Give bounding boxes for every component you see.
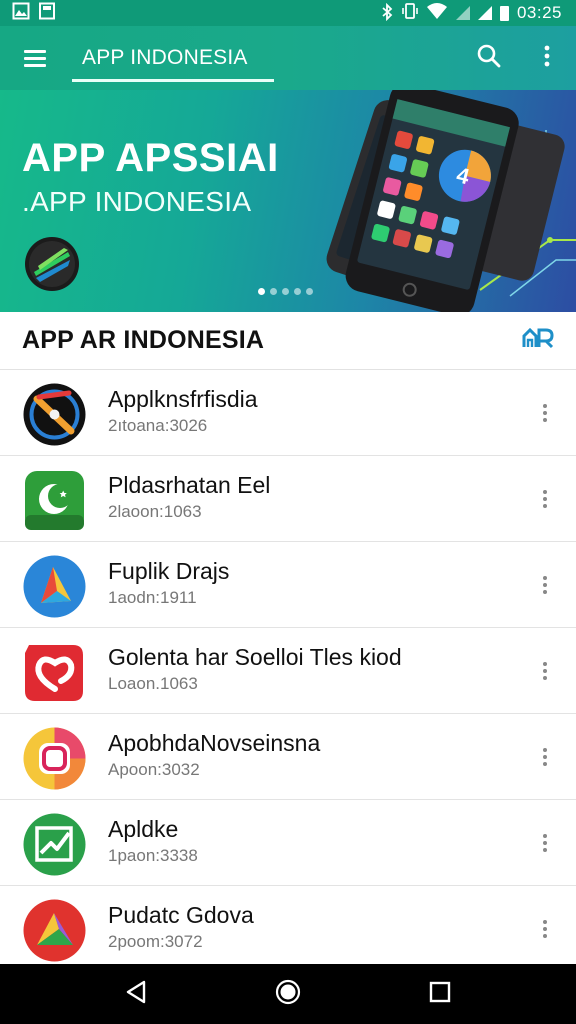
- recents-button[interactable]: [410, 964, 470, 1024]
- list-item[interactable]: ApobhdaNovseinsna Apoon:3032: [0, 714, 576, 800]
- signal-icon: [455, 6, 470, 20]
- item-more-button[interactable]: [528, 654, 562, 688]
- section-title: APP AR INDONESIA: [22, 326, 265, 354]
- status-right-icons: 03:25: [380, 2, 562, 25]
- app-meta: Loaon.1063: [108, 674, 198, 694]
- item-more-button[interactable]: [528, 740, 562, 774]
- signal-icon: [477, 6, 492, 20]
- home-icon: [275, 979, 301, 1010]
- more-vert-icon: [543, 404, 547, 422]
- status-time: 03:25: [516, 3, 562, 22]
- system-nav-bar: [0, 964, 576, 1024]
- camera-icon: [23, 727, 86, 790]
- status-left-icons: [12, 2, 56, 25]
- heart-icon: [23, 641, 86, 704]
- recents-icon: [429, 981, 451, 1008]
- search-icon: [476, 43, 502, 74]
- list-item-text: Fuplik Drajs 1aodn:1911: [108, 558, 229, 608]
- back-icon: [125, 980, 147, 1009]
- item-more-button[interactable]: [528, 568, 562, 602]
- list-item-text: Pudatc Gdova 2poom:3072: [108, 902, 254, 952]
- list-item[interactable]: Applknsfrfisdia 2ıtoana:3026: [0, 370, 576, 456]
- wifi-icon: [426, 2, 448, 25]
- list-item[interactable]: Fuplik Drajs 1aodn:1911: [0, 542, 576, 628]
- list-item[interactable]: Apldke 1paon:3338: [0, 800, 576, 886]
- app-toolbar: APP INDONESIA: [0, 26, 576, 90]
- list-item-text: Golenta har Soelloi Tles kiod Loaon.1063: [108, 644, 402, 694]
- more-vert-icon: [543, 748, 547, 766]
- pager-dot[interactable]: [258, 288, 265, 295]
- vibrate-icon: [402, 2, 418, 25]
- chart-icon: [23, 813, 86, 876]
- item-more-button[interactable]: [528, 912, 562, 946]
- banner-pager-dots: [258, 288, 313, 295]
- bluetooth-icon: [380, 2, 394, 24]
- app-meta: 2poom:3072: [108, 932, 203, 952]
- app-name: Pldasrhatan Eel: [108, 472, 271, 498]
- crescent-icon: [23, 469, 86, 532]
- app-meta: 1aodn:1911: [108, 588, 197, 608]
- section-action-button[interactable]: [522, 327, 554, 354]
- list-item-text: Pldasrhatan Eel 2laoon:1063: [108, 472, 270, 522]
- battery-icon: [499, 5, 509, 21]
- notification-icon: [38, 2, 56, 25]
- list-item-text: Applknsfrfisdia 2ıtoana:3026: [108, 386, 258, 436]
- banner-logo-icon: [24, 236, 80, 292]
- store-icon: [522, 327, 554, 354]
- pager-dot[interactable]: [270, 288, 277, 295]
- pager-dot[interactable]: [306, 288, 313, 295]
- back-button[interactable]: [106, 964, 166, 1024]
- banner-title: APP APSSIAI: [22, 136, 279, 180]
- list-item-text: Apldke 1paon:3338: [108, 816, 198, 866]
- list-item[interactable]: Pldasrhatan Eel 2laoon:1063: [0, 456, 576, 542]
- status-bar: 03:25: [0, 0, 576, 26]
- more-vert-icon: [543, 834, 547, 852]
- more-vert-icon: [543, 490, 547, 508]
- menu-button[interactable]: [0, 26, 70, 90]
- hamburger-menu-icon: [24, 50, 46, 67]
- app-meta: 2ıtoana:3026: [108, 416, 208, 436]
- toolbar-actions: [460, 26, 576, 90]
- app-name: Golenta har Soelloi Tles kiod: [108, 644, 402, 670]
- list-item[interactable]: Golenta har Soelloi Tles kiod Loaon.1063: [0, 628, 576, 714]
- pager-dot[interactable]: [294, 288, 301, 295]
- triangle-logo-icon: [23, 899, 86, 962]
- app-meta: Apoon:3032: [108, 760, 200, 780]
- section-header: APP AR INDONESIA: [0, 312, 576, 370]
- promo-banner[interactable]: APP APSSIAI .APP INDONESIA 4: [0, 90, 576, 312]
- more-vert-icon: [543, 662, 547, 680]
- more-options-button[interactable]: [518, 26, 576, 90]
- home-button[interactable]: [258, 964, 318, 1024]
- search-button[interactable]: [460, 26, 518, 90]
- gallery-icon: [12, 2, 30, 25]
- item-more-button[interactable]: [528, 482, 562, 516]
- app-name: Pudatc Gdova: [108, 902, 254, 928]
- more-vert-icon: [543, 920, 547, 938]
- app-meta: 1paon:3338: [108, 846, 198, 866]
- compass-icon: [23, 383, 86, 446]
- app-name: ApobhdaNovseinsna: [108, 730, 321, 756]
- app-meta: 2laoon:1063: [108, 502, 202, 522]
- app-name: Apldke: [108, 816, 179, 842]
- play-arrow-icon: [23, 555, 86, 618]
- item-more-button[interactable]: [528, 396, 562, 430]
- list-item[interactable]: Pudatc Gdova 2poom:3072: [0, 886, 576, 964]
- app-name: Applknsfrfisdia: [108, 386, 258, 412]
- toolbar-title-tab[interactable]: APP INDONESIA: [70, 26, 274, 90]
- banner-phone-illustration: 4: [310, 90, 576, 312]
- pager-dot[interactable]: [282, 288, 289, 295]
- more-vert-icon: [543, 576, 547, 594]
- more-vert-icon: [544, 45, 550, 72]
- banner-subtitle: .APP INDONESIA: [22, 186, 252, 217]
- item-more-button[interactable]: [528, 826, 562, 860]
- app-list: Applknsfrfisdia 2ıtoana:3026 Pldasrhatan…: [0, 370, 576, 964]
- app-name: Fuplik Drajs: [108, 558, 230, 584]
- list-item-text: ApobhdaNovseinsna Apoon:3032: [108, 730, 320, 780]
